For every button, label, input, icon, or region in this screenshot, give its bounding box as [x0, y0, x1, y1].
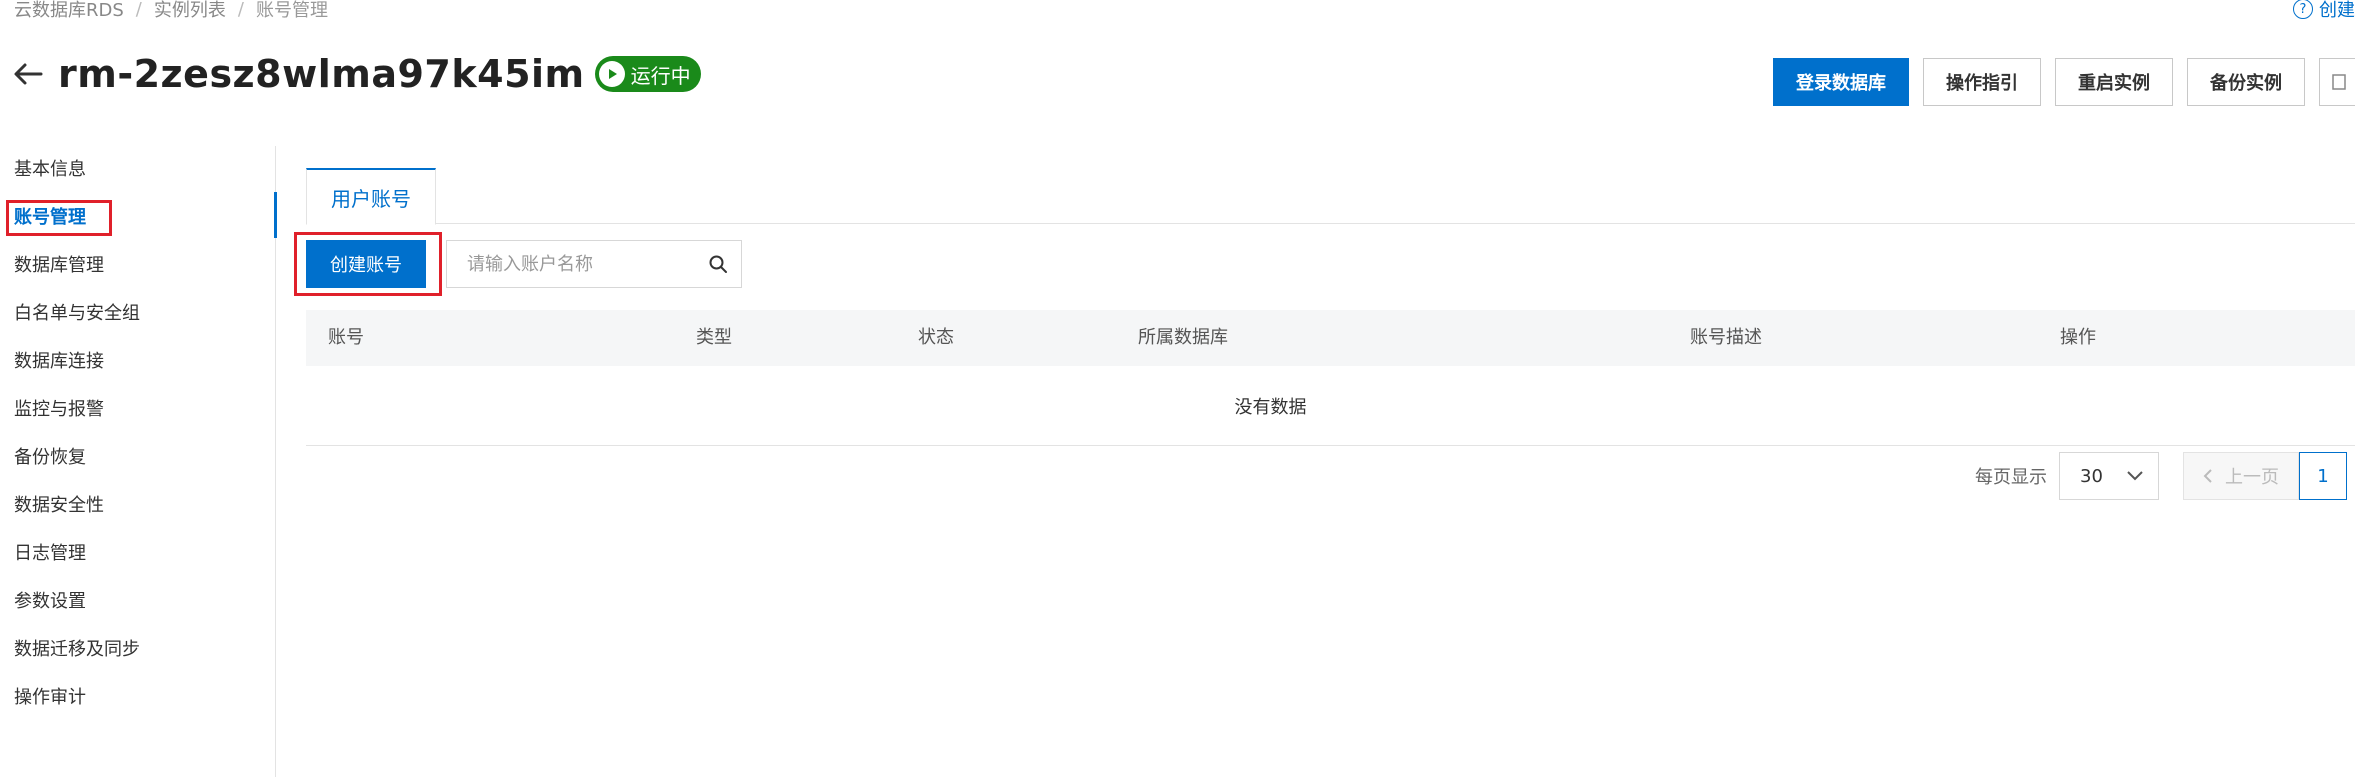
pagination: 每页显示 30 上一页 1 [1975, 452, 2347, 500]
empty-state: 没有数据 [306, 366, 2355, 446]
create-account-button[interactable]: 创建账号 [306, 240, 426, 288]
column-header-actions: 操作 [2060, 327, 2096, 348]
search-box [446, 240, 742, 288]
prev-page-label: 上一页 [2225, 467, 2279, 488]
sidebar-item-account-management[interactable]: 账号管理 [0, 194, 275, 242]
breadcrumb-separator: / [237, 0, 244, 20]
back-arrow-icon[interactable] [10, 56, 46, 92]
breadcrumb-separator: / [135, 0, 142, 20]
table-header: 账号 类型 状态 所属数据库 账号描述 操作 [306, 310, 2355, 366]
chevron-down-icon [2127, 471, 2143, 481]
play-icon [598, 61, 625, 87]
more-icon [2332, 74, 2346, 90]
tab-bar: 用户账号 [306, 168, 2355, 225]
sidebar-item-database-connection[interactable]: 数据库连接 [0, 338, 275, 386]
login-database-button[interactable]: 登录数据库 [1773, 58, 1909, 106]
sidebar-item-data-security[interactable]: 数据安全性 [0, 482, 275, 530]
prev-page-button[interactable]: 上一页 [2183, 452, 2299, 500]
sidebar-item-log-management[interactable]: 日志管理 [0, 530, 275, 578]
column-header-database: 所属数据库 [1138, 327, 1228, 348]
backup-instance-button[interactable]: 备份实例 [2187, 58, 2305, 106]
page-size-select[interactable]: 30 [2059, 452, 2159, 500]
accounts-table: 账号 类型 状态 所属数据库 账号描述 操作 没有数据 [306, 310, 2355, 446]
column-header-type: 类型 [696, 327, 732, 348]
operation-guide-button[interactable]: 操作指引 [1923, 58, 2041, 106]
help-icon: ? [2293, 0, 2313, 19]
sidebar-item-monitoring-alerts[interactable]: 监控与报警 [0, 386, 275, 434]
header-actions: 登录数据库 操作指引 重启实例 备份实例 [1773, 58, 2355, 106]
sidebar-item-backup-restore[interactable]: 备份恢复 [0, 434, 275, 482]
column-header-status: 状态 [918, 327, 954, 348]
chevron-left-icon [2203, 469, 2212, 483]
instance-id: rm-2zesz8wlma97k45im [58, 52, 585, 96]
breadcrumb-instance-list[interactable]: 实例列表 [154, 0, 226, 22]
status-label: 运行中 [630, 63, 691, 88]
breadcrumb-rds[interactable]: 云数据库RDS [14, 0, 124, 22]
sidebar-item-basic-info[interactable]: 基本信息 [0, 146, 275, 194]
status-badge: 运行中 [594, 56, 701, 92]
create-link-label: 创建 [2319, 0, 2355, 21]
sidebar-active-indicator [274, 192, 277, 238]
restart-instance-button[interactable]: 重启实例 [2055, 58, 2173, 106]
column-header-description: 账号描述 [1690, 327, 1762, 348]
page-number-button[interactable]: 1 [2299, 452, 2347, 500]
breadcrumb: 云数据库RDS / 实例列表 / 账号管理 [14, 0, 328, 22]
toolbar: 创建账号 [294, 232, 2355, 310]
create-link[interactable]: ? 创建 [2293, 0, 2355, 22]
tab-user-accounts[interactable]: 用户账号 [306, 168, 436, 225]
page-size-value: 30 [2080, 465, 2103, 487]
breadcrumb-account-management: 账号管理 [255, 0, 328, 21]
sidebar-item-operation-audit[interactable]: 操作审计 [0, 674, 275, 722]
sidebar-nav: 基本信息 账号管理 数据库管理 白名单与安全组 数据库连接 监控与报警 备份恢复… [0, 146, 277, 777]
column-header-account: 账号 [328, 327, 364, 348]
sidebar-item-parameter-settings[interactable]: 参数设置 [0, 578, 275, 626]
page-size-label: 每页显示 [1975, 467, 2047, 488]
more-actions-button[interactable] [2319, 58, 2355, 106]
sidebar-item-database-management[interactable]: 数据库管理 [0, 242, 275, 290]
main-content: 用户账号 创建账号 账号 类型 状态 所属数据库 账号描述 操作 没有数据 每页… [294, 168, 2355, 500]
page-header: rm-2zesz8wlma97k45im 运行中 [10, 52, 701, 96]
search-input[interactable] [447, 241, 695, 287]
sidebar-item-data-migration[interactable]: 数据迁移及同步 [0, 626, 275, 674]
search-icon[interactable] [695, 241, 741, 287]
sidebar-item-whitelist-security[interactable]: 白名单与安全组 [0, 290, 275, 338]
highlight-box [6, 200, 112, 236]
